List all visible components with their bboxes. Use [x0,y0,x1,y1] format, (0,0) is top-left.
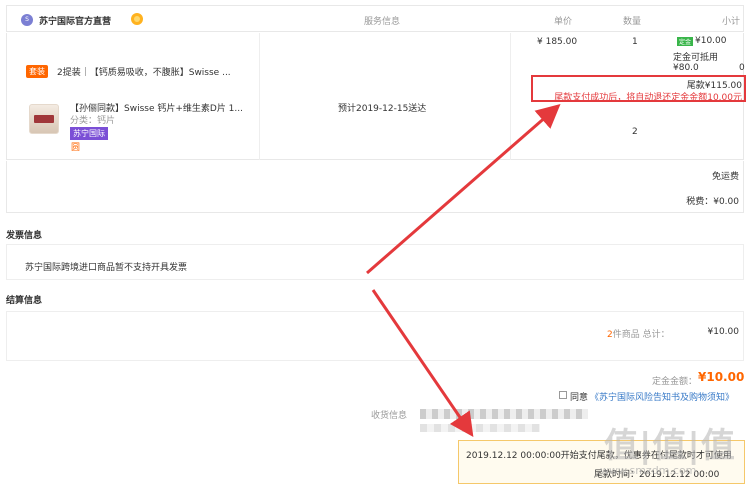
arrow-to-refund-note [366,104,561,275]
arrow-to-notice [371,289,474,437]
annotation-arrows [366,104,561,437]
